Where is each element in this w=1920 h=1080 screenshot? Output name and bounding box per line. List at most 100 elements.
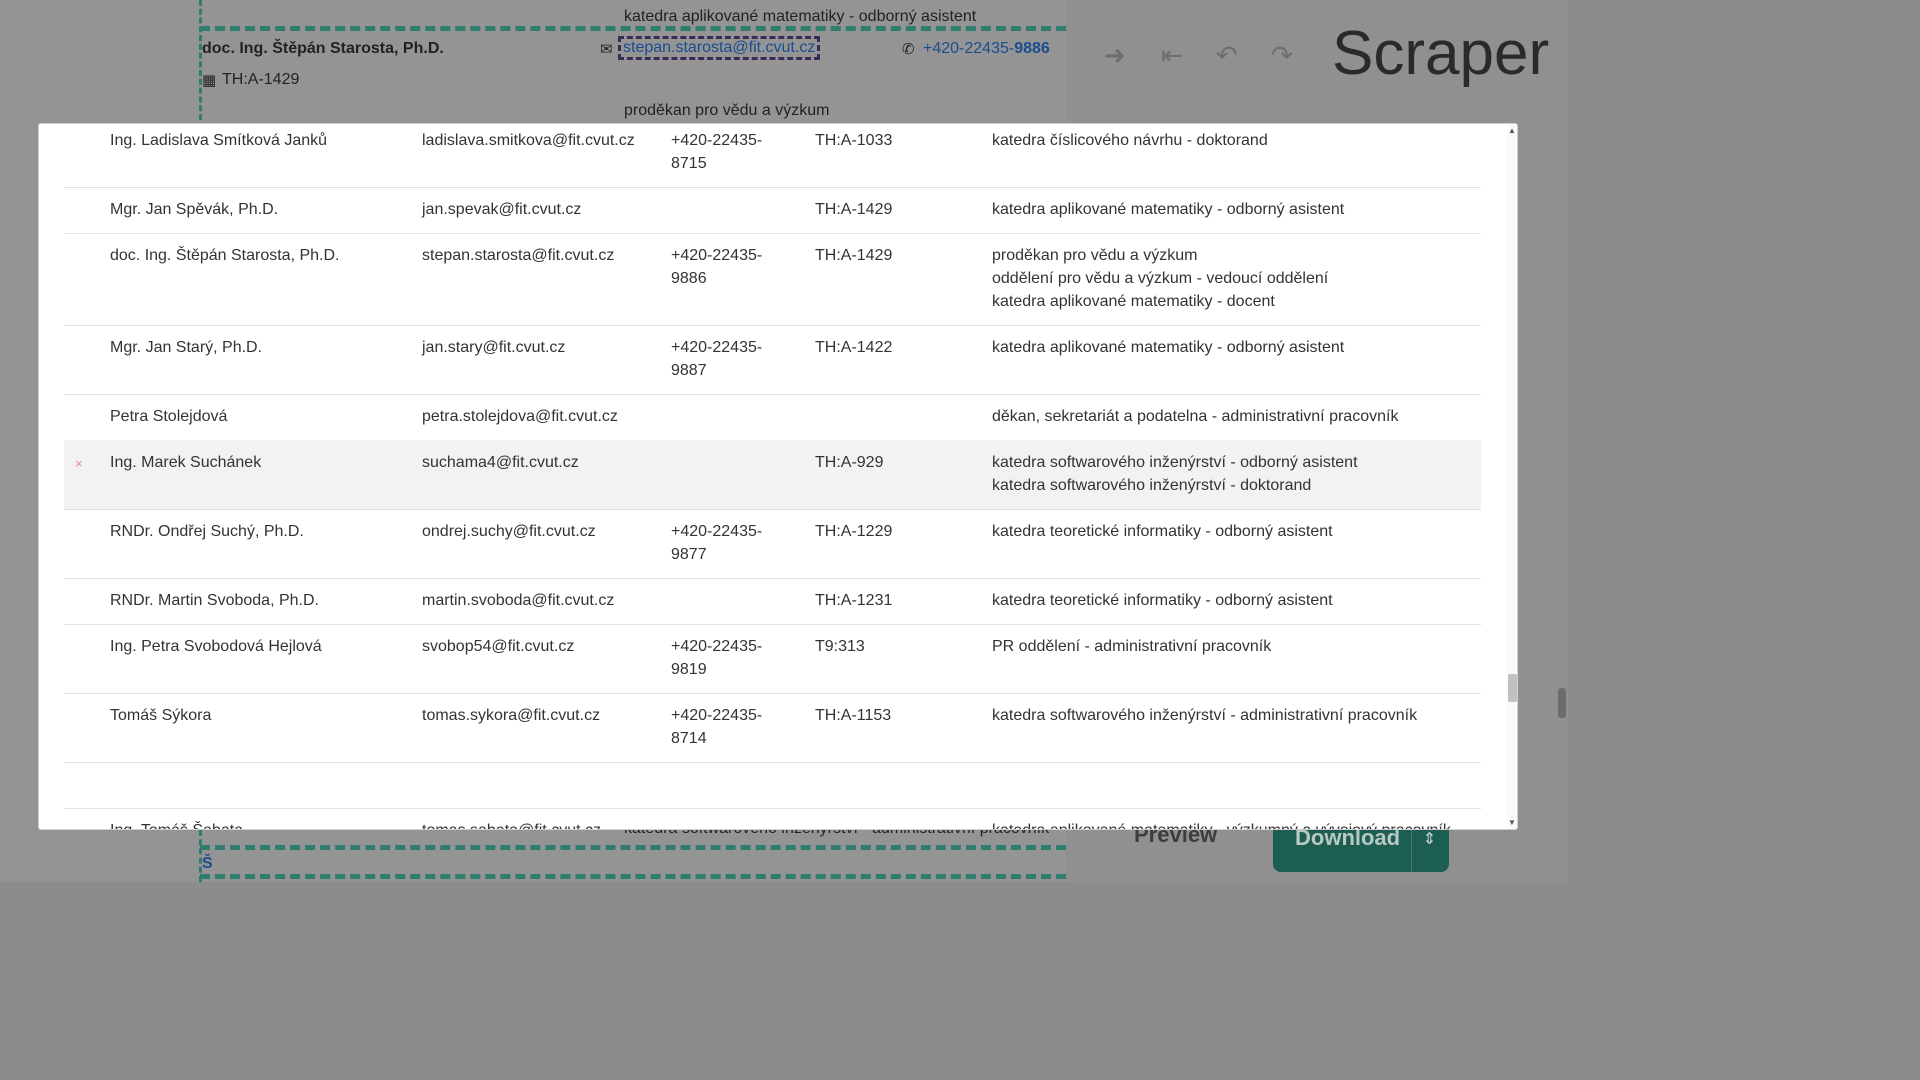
- cell-name: Ing. Ladislava Smítková Janků: [110, 132, 328, 149]
- table-row[interactable]: Petra Stolejdová petra.stolejdova@fit.cvu…: [64, 394, 1481, 441]
- cell-phone: +420-22435-9877: [671, 523, 763, 563]
- modal-scrollbar[interactable]: [1507, 124, 1517, 829]
- role-line: oddělení pro vědu a výzkum - vedoucí odd…: [992, 270, 1329, 287]
- table-row[interactable]: doc. Ing. Štěpán Starosta, Ph.D. stepan.s…: [64, 233, 1481, 326]
- envelope-icon: ✉: [600, 41, 613, 58]
- cell-roles: děkan, sekretariát a podatelna - adminis…: [992, 405, 1398, 428]
- selection-border-left: [199, 0, 202, 120]
- cell-name: Ing. Petra Svobodová Hejlová: [110, 638, 322, 655]
- redo-icon[interactable]: ↷: [1271, 40, 1293, 71]
- bg-email-link[interactable]: stepan.starosta@fit.cvut.cz: [617, 36, 821, 60]
- remove-row-icon[interactable]: ×: [75, 456, 83, 471]
- cell-email: ondrej.suchy@fit.cvut.cz: [422, 523, 596, 540]
- cell-roles: katedra aplikované matematiky - výzkumný…: [992, 819, 1451, 829]
- phone-icon: ✆: [902, 41, 915, 58]
- table-row[interactable]: × Ing. Marek Suchánek suchama4@fit.cvut.cz…: [64, 440, 1481, 510]
- cell-name: RNDr. Martin Svoboda, Ph.D.: [110, 592, 319, 609]
- scroll-down-icon[interactable]: ▼: [1508, 818, 1516, 827]
- cell-name: Tomáš Sýkora: [110, 707, 212, 724]
- role-line: katedra aplikované matematiky - odborný …: [992, 201, 1345, 218]
- cell-roles: katedra aplikované matematiky - odborný …: [992, 336, 1344, 359]
- role-line: katedra číslicového návrhu - doktorand: [992, 132, 1268, 149]
- cell-phone: +420-22435-9886: [671, 247, 763, 287]
- cell-roles: katedra softwarového inženýrství - admin…: [992, 704, 1417, 727]
- cell-email: tomas.sykora@fit.cvut.cz: [422, 707, 601, 724]
- cell-room: TH:A-1033: [815, 132, 893, 149]
- cell-email: jan.spevak@fit.cvut.cz: [422, 201, 582, 218]
- role-line: katedra softwarového inženýrství - admin…: [992, 707, 1418, 724]
- role-line: proděkan pro vědu a výzkum: [992, 247, 1198, 264]
- role-line: děkan, sekretariát a podatelna - adminis…: [992, 408, 1399, 425]
- scroll-up-icon[interactable]: ▲: [1508, 126, 1516, 135]
- cell-phone: +420-22435-8715: [671, 132, 763, 172]
- role-line: katedra softwarového inženýrství - dokto…: [992, 477, 1312, 494]
- next-arrow-icon[interactable]: ➜: [1104, 40, 1126, 71]
- table-row[interactable]: Ing. Petra Svobodová Hejlová svobop54@fit…: [64, 624, 1481, 694]
- cell-email: tomas.sabata@fit.cvut.cz: [422, 819, 601, 829]
- building-icon: ▦: [202, 72, 217, 89]
- cell-email: stepan.starosta@fit.cvut.cz: [422, 247, 615, 264]
- table-row[interactable]: [64, 762, 1481, 809]
- role-line: PR oddělení - administrativní pracovník: [992, 638, 1272, 655]
- cell-phone: +420-22435-8714: [671, 707, 763, 747]
- bg-bottom-letter[interactable]: Š: [202, 855, 213, 873]
- cell-roles: katedra softwarového inženýrství - odbor…: [992, 451, 1358, 497]
- preview-modal: Ing. Ladislava Smítková Janků ladislava.s…: [38, 123, 1518, 830]
- bg-role-line: proděkan pro vědu a výzkum: [624, 102, 830, 119]
- page-scrollbar-thumb[interactable]: [1558, 688, 1566, 718]
- cell-room: TH:A-1229: [815, 523, 893, 540]
- cell-room: T9:313: [815, 638, 865, 655]
- cell-roles: katedra číslicového návrhu - doktorand: [992, 129, 1268, 152]
- role-line: katedra aplikované matematiky - docent: [992, 293, 1275, 310]
- role-line: katedra teoretické informatiky - odborný…: [992, 592, 1333, 609]
- cell-room: TH:A-1153: [815, 707, 892, 724]
- cell-phone: +420-22435-9887: [671, 339, 763, 379]
- cell-name: Petra Stolejdová: [110, 408, 228, 425]
- table-row[interactable]: RNDr. Ondřej Suchý, Ph.D. ondrej.suchy@fi…: [64, 509, 1481, 579]
- cell-email: ladislava.smitkova@fit.cvut.cz: [422, 132, 635, 149]
- cell-room: TH:A-1429: [815, 201, 893, 218]
- bg-phone-link[interactable]: +420-22435-9886: [923, 40, 1050, 58]
- selection-border-bottom-2: [200, 874, 1066, 879]
- cell-roles: katedra teoretické informatiky - odborný…: [992, 589, 1333, 612]
- cell-email: petra.stolejdova@fit.cvut.cz: [422, 408, 618, 425]
- cell-email: jan.stary@fit.cvut.cz: [422, 339, 566, 356]
- bg-top-role: katedra aplikované matematiky - odborný …: [624, 8, 977, 25]
- cell-roles: katedra aplikované matematiky - odborný …: [992, 198, 1344, 221]
- cell-roles: katedra teoretické informatiky - odborný…: [992, 520, 1333, 543]
- bg-room: TH:A-1429: [222, 71, 300, 88]
- role-line: katedra softwarového inženýrství - odbor…: [992, 454, 1358, 471]
- table-row[interactable]: Mgr. Jan Starý, Ph.D. jan.stary@fit.cvut.…: [64, 325, 1481, 395]
- cell-email: suchama4@fit.cvut.cz: [422, 454, 579, 471]
- cell-name: RNDr. Ondřej Suchý, Ph.D.: [110, 523, 304, 540]
- table-row[interactable]: Tomáš Sýkora tomas.sykora@fit.cvut.cz +420…: [64, 693, 1481, 763]
- scraper-title: Scraper: [1332, 19, 1550, 88]
- role-line: katedra teoretické informatiky - odborný…: [992, 523, 1333, 540]
- role-line: katedra aplikované matematiky - odborný …: [992, 339, 1345, 356]
- cell-name: Ing. Tomáš Šabata: [110, 819, 243, 829]
- cell-room: TH:A-1429: [815, 247, 893, 264]
- cell-name: Ing. Marek Suchánek: [110, 454, 262, 471]
- cell-roles: proděkan pro vědu a výzkum oddělení pro v…: [992, 244, 1328, 313]
- cell-email: svobop54@fit.cvut.cz: [422, 638, 575, 655]
- selection-border-bottom: [200, 845, 1066, 850]
- selection-border-top: [200, 26, 1066, 31]
- bg-person-name[interactable]: doc. Ing. Štěpán Starosta, Ph.D.: [202, 40, 444, 58]
- first-arrow-icon[interactable]: ⇤: [1161, 40, 1183, 71]
- role-line: katedra aplikované matematiky - výzkumný…: [992, 819, 1451, 829]
- cell-room: TH:A-1231: [815, 592, 893, 609]
- table-row[interactable]: Ing. Tomáš Šabata tomas.sabata@fit.cvut.c…: [64, 808, 1481, 829]
- table-row[interactable]: Ing. Ladislava Smítková Janků ladislava.s…: [64, 124, 1481, 188]
- cell-name: Mgr. Jan Starý, Ph.D.: [110, 339, 263, 356]
- modal-scrollbar-thumb[interactable]: [1508, 674, 1517, 702]
- cell-name: Mgr. Jan Spěvák, Ph.D.: [110, 201, 279, 218]
- cell-room: TH:A-929: [815, 454, 884, 471]
- cell-room: TH:A-1422: [815, 339, 893, 356]
- undo-icon[interactable]: ↶: [1216, 40, 1238, 71]
- table-row[interactable]: Mgr. Jan Spěvák, Ph.D. jan.spevak@fit.cvu…: [64, 187, 1481, 234]
- cell-name: doc. Ing. Štěpán Starosta, Ph.D.: [110, 247, 340, 264]
- table-row[interactable]: RNDr. Martin Svoboda, Ph.D. martin.svobod…: [64, 578, 1481, 625]
- cell-roles: PR oddělení - administrativní pracovník: [992, 635, 1271, 658]
- cell-email: martin.svoboda@fit.cvut.cz: [422, 592, 615, 609]
- cell-phone: +420-22435-9819: [671, 638, 763, 678]
